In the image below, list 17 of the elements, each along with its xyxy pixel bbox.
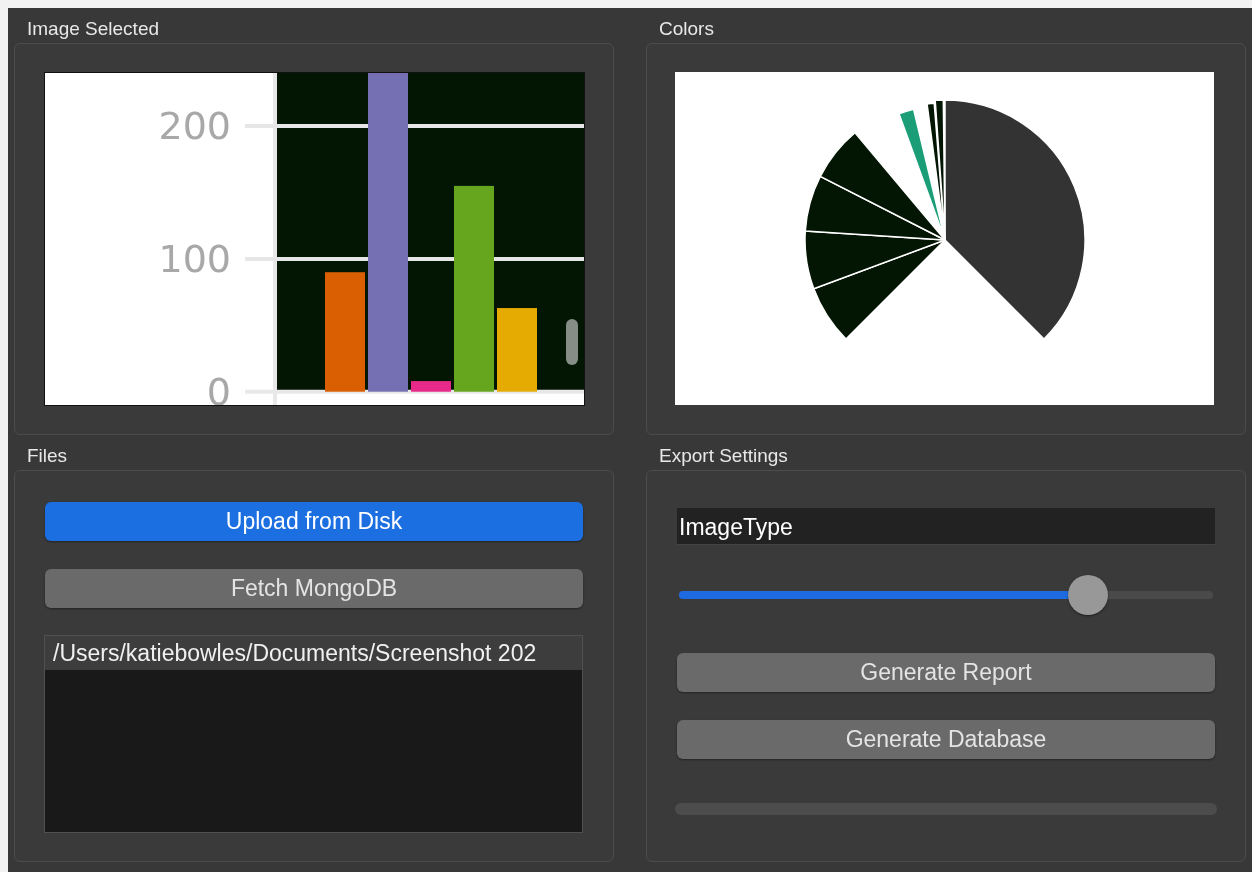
group-title: Colors	[658, 20, 715, 41]
axis-tick-label: 0	[206, 369, 231, 405]
axis-tick-label: 200	[158, 104, 231, 149]
dropdown-field[interactable]: ImageType	[677, 508, 1215, 545]
group-title: Image Selected	[26, 20, 161, 41]
button[interactable]: Upload from Disk	[45, 502, 583, 541]
scroll-handle[interactable]	[566, 319, 578, 365]
group-title: Export Settings	[658, 447, 789, 468]
button[interactable]: Generate Database	[677, 720, 1215, 759]
file-list-item[interactable]: /Users/katiebowles/Documents/Screenshot 202	[45, 636, 582, 670]
slider[interactable]	[677, 575, 1215, 615]
group-title: Files	[26, 447, 69, 468]
button[interactable]: Generate Report	[677, 653, 1215, 692]
button[interactable]: Fetch MongoDB	[45, 569, 583, 608]
bar	[411, 381, 451, 392]
axis-tick-label: 100	[158, 236, 231, 281]
slider-thumb[interactable]	[1068, 575, 1109, 615]
